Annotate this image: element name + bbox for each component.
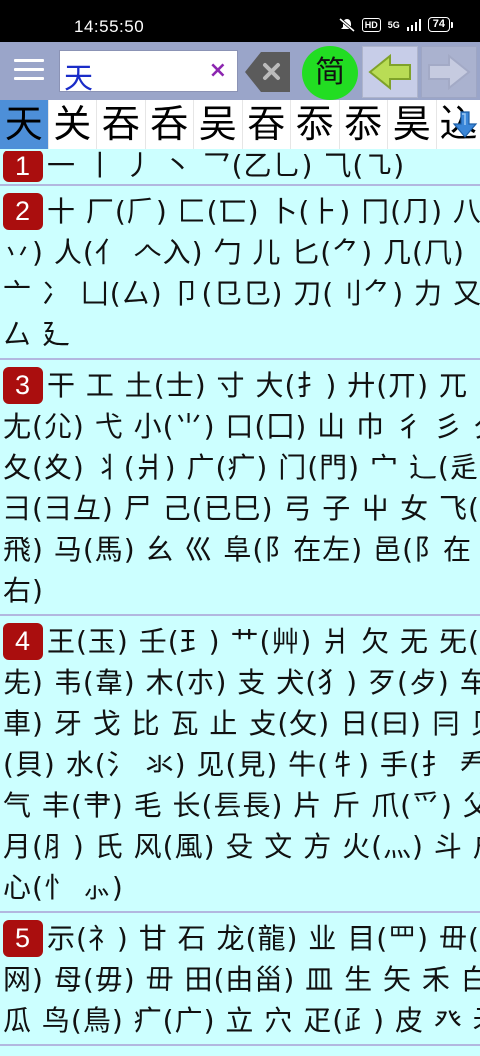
stroke-count-badge: 2	[3, 192, 43, 230]
network-label: 5G	[387, 19, 400, 30]
radical-line[interactable]: 丷) 人(亻 𠆢入) 勹 儿 匕(⺈) 几(⺇)	[3, 232, 480, 273]
candidate-item[interactable]: 昋	[243, 100, 291, 149]
radical-line[interactable]: 厶 廴	[3, 314, 480, 355]
stroke-section-2: 2十 厂(𠂆) 匚(匸) 卜(⺊) 冂(⺆) 八( 丷) 人(亻 𠆢入) 勹 儿…	[0, 189, 480, 360]
candidate-item[interactable]: 忝	[340, 100, 388, 149]
radical-line[interactable]: 車) 牙 戈 比 瓦 止 攴(攵) 日(曰) 冃 贝	[3, 703, 480, 744]
search-value: 天	[64, 61, 94, 95]
radical-line[interactable]: 网) 母(毋) 毌 田(由甾) 皿 生 矢 禾 白	[3, 959, 480, 1000]
clear-input-button[interactable]: ×	[209, 59, 227, 83]
stroke-count-badge: 3	[3, 366, 43, 404]
menu-icon[interactable]	[14, 59, 44, 83]
previous-button[interactable]	[362, 46, 418, 98]
radical-list: 1一 丨 丿 丶 乛(乙乚) ⺄(㇈) 2十 厂(𠂆) 匚(匸) 卜(⺊) 冂(…	[0, 149, 480, 1056]
stroke-section-3: 3干 工 土(士) 寸 大(⺘) 廾(丌) 兀 尢(尣) 弋 小(⺌) 口(囗)…	[0, 363, 480, 616]
candidate-item[interactable]: 关	[49, 100, 97, 149]
arrow-right-icon	[428, 53, 471, 91]
battery-indicator: 74	[427, 17, 454, 32]
radical-line[interactable]: 右)	[3, 570, 480, 611]
radical-line[interactable]: 彐(⺕彑) 尸 己(已巳) 弓 子 屮 女 飞(	[3, 488, 480, 529]
candidate-item[interactable]: 吴	[194, 100, 243, 149]
radical-line[interactable]: (貝) 水(氵 氺) 见(見) 牛(牜) 手(扌 龵)	[3, 744, 480, 785]
radical-line[interactable]: 3干 工 土(士) 寸 大(⺘) 廾(丌) 兀	[3, 365, 480, 406]
status-icons: HD 5G 74	[338, 17, 454, 32]
radical-line[interactable]: 心(忄 ⺗)	[3, 867, 480, 908]
radical-line[interactable]: 1一 丨 丿 丶 乛(乙乚) ⺄(㇈)	[3, 151, 480, 183]
radical-line[interactable]: 4 王(玉) 壬(⺩) 艹(艸) 爿 欠 无 旡(	[3, 621, 480, 662]
candidate-item[interactable]: 昊	[388, 100, 437, 149]
radical-line[interactable]: 飛) 马(馬) 幺 巛 阜(阝在左) 邑(阝在	[3, 529, 480, 570]
stroke-count-badge: 5	[3, 919, 43, 957]
status-bar: 14:55:50 HD 5G 74	[0, 0, 480, 42]
stroke-section-1: 1一 丨 丿 丶 乛(乙乚) ⺄(㇈)	[0, 149, 480, 186]
stroke-count-badge: 1	[3, 151, 43, 182]
candidate-item[interactable]: 忝	[291, 100, 340, 149]
radical-line[interactable]: 2十 厂(𠂆) 匚(匸) 卜(⺊) 冂(⺆) 八(	[3, 191, 480, 232]
stroke-section-4: 4 王(玉) 壬(⺩) 艹(艸) 爿 欠 无 旡( 兂) 韦(韋) 木(朩) 支 …	[0, 619, 480, 913]
arrow-left-icon	[368, 53, 411, 91]
candidate-item[interactable]: 呑	[146, 100, 194, 149]
radical-line[interactable]: 兂) 韦(韋) 木(朩) 支 犬(犭) 歹(歺) 车(	[3, 662, 480, 703]
candidate-item-partial[interactable]: 込	[437, 100, 480, 149]
radical-line[interactable]: 月(⺼) 氏 风(風) 殳 文 方 火(灬) 斗 户	[3, 826, 480, 867]
candidate-item[interactable]: 天	[0, 100, 49, 149]
stroke-count-badge: 4	[3, 622, 43, 660]
toolbar: 天 × 简	[0, 42, 480, 100]
radical-line[interactable]: 5 示(礻) 甘 石 龙(龍) 业 目(罒) 毌(	[3, 918, 480, 959]
radical-line[interactable]: 夂(夊) 丬(爿) 广(疒) 门(門) 宀 辶(辵)	[3, 447, 480, 488]
next-button[interactable]	[421, 46, 477, 98]
radical-line[interactable]: 瓜 鸟(鳥) 疒(广) 立 穴 疋(⺪) 皮 癶 矛	[3, 1000, 480, 1041]
scroll-down-icon[interactable]	[452, 110, 478, 140]
radical-line[interactable]: 亠 冫 凵(厶) 卩(⺋㔾) 刀(刂⺈) 力 又	[3, 273, 480, 314]
candidate-item[interactable]: 吞	[97, 100, 146, 149]
backspace-icon[interactable]	[243, 51, 292, 93]
search-input[interactable]: 天 ×	[59, 50, 238, 95]
signal-icon	[406, 18, 421, 31]
mute-icon	[338, 17, 355, 32]
radical-line[interactable]: 尢(尣) 弋 小(⺌) 口(囗) 山 巾 彳 彡 夕	[3, 406, 480, 447]
radical-line[interactable]: 气 丰(⺺) 毛 长(镸長) 片 斤 爪(⺤) 父	[3, 785, 480, 826]
status-time: 14:55:50	[74, 17, 145, 36]
hd-badge: HD	[361, 17, 381, 32]
candidate-strip: 天 关 吞 呑 吴 昋 忝 忝 昊 込	[0, 100, 480, 149]
simplified-toggle-button[interactable]: 简	[302, 46, 358, 100]
stroke-section-5: 5 示(礻) 甘 石 龙(龍) 业 目(罒) 毌( 网) 母(毋) 毌 田(由甾)…	[0, 916, 480, 1046]
